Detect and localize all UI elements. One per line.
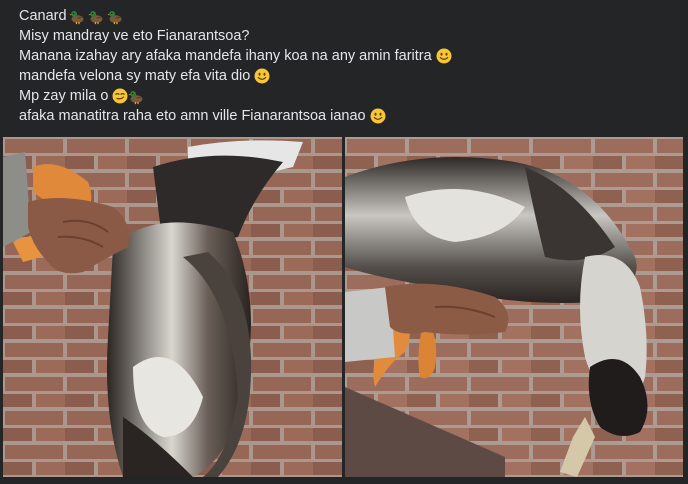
post-line-text: Canard: [19, 8, 67, 24]
smiley-icon: [370, 108, 386, 124]
smiley-icon: [254, 68, 270, 84]
post-line: afaka manatitra raha eto amn ville Fiana…: [19, 106, 669, 126]
post-line-text: afaka manatitra raha eto amn ville Fiana…: [19, 108, 366, 124]
facebook-post: Canard Misy mandray ve eto Fianarantsoa?…: [0, 0, 688, 484]
photo-grid: [3, 137, 683, 477]
photo-duck-held-by-feet[interactable]: [3, 137, 342, 477]
post-line: mandefa velona sy maty efa vita dio: [19, 66, 669, 86]
post-line: Manana izahay ary afaka mandefa ihany ko…: [19, 46, 669, 66]
duck-photo-image: [345, 137, 683, 477]
duck-photo-image: [3, 137, 342, 477]
post-line: Mp zay mila o: [19, 86, 669, 106]
post-line-text: Manana izahay ary afaka mandefa ihany ko…: [19, 48, 432, 64]
post-line-text: Misy mandray ve eto Fianarantsoa?: [19, 28, 250, 44]
smirk-icon: [112, 88, 128, 104]
post-line-text: Mp zay mila o: [19, 88, 109, 104]
post-line-text: mandefa velona sy maty efa vita dio: [19, 68, 251, 84]
smiley-icon: [436, 48, 452, 64]
duck-icon: [106, 10, 122, 24]
duck-icon: [87, 10, 103, 24]
post-line: Misy mandray ve eto Fianarantsoa?: [19, 26, 669, 46]
post-line: Canard: [19, 6, 669, 26]
photo-duck-held-by-body[interactable]: [345, 137, 683, 477]
duck-icon: [128, 90, 143, 104]
post-text: Canard Misy mandray ve eto Fianarantsoa?…: [19, 6, 669, 126]
duck-icon: [68, 10, 84, 24]
